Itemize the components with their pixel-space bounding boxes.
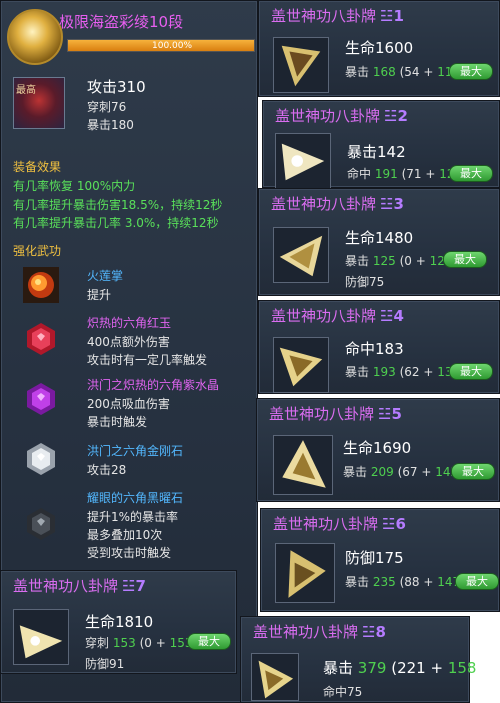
card-title: 盖世神功八卦牌 bbox=[271, 7, 377, 25]
bagua-card-icon bbox=[251, 653, 299, 701]
card-grade: ☳4 bbox=[380, 307, 404, 325]
card-sub-stat: 暴击 193 (62 + 131) bbox=[345, 365, 465, 379]
item-title: 极限海盗彩绫10段 bbox=[59, 13, 184, 31]
card-grade: ☳7 bbox=[122, 577, 146, 595]
bagua-card-icon bbox=[273, 435, 333, 495]
card-sub-stat: 暴击 125 (0 + 125) bbox=[345, 254, 457, 268]
bagua-card-4: 盖世神功八卦牌☳4 命中183 暴击 193 (62 + 131) 最大 bbox=[258, 300, 500, 394]
gem-desc: 提升1%的暴击率 bbox=[87, 510, 179, 524]
obsidian-hexagon-gem-icon bbox=[27, 508, 55, 540]
gem-name: 洪门之炽热的六角紫水晶 bbox=[87, 378, 220, 392]
gem-name: 火莲掌 bbox=[87, 269, 124, 283]
card-grade: ☳8 bbox=[362, 623, 386, 641]
card-sub-stat: 暴击 209 (67 + 142) bbox=[343, 465, 463, 479]
skills-header: 强化武功 bbox=[13, 244, 62, 258]
card-sub-stat: 穿刺 153 (0 + 153) bbox=[85, 636, 197, 650]
bagua-card-8: 盖世神功八卦牌 ☳8 暴击 379 (221 + 158) 命中75 bbox=[240, 616, 482, 703]
card-title: 盖世神功八卦牌 bbox=[275, 107, 381, 125]
card-extra-stat: 命中75 bbox=[323, 685, 363, 699]
bagua-card-3: 盖世神功八卦牌☳3 生命1480 暴击 125 (0 + 125) 最大 防御7… bbox=[258, 188, 500, 296]
purple-hexagon-gem-icon bbox=[27, 383, 55, 415]
max-badge: 最大 bbox=[455, 573, 499, 590]
gem-name: 耀眼的六角黑曜石 bbox=[87, 491, 184, 505]
card-main-stat: 暴击 379 (221 + 158) bbox=[323, 659, 483, 677]
gem-name: 炽热的六角红玉 bbox=[87, 316, 172, 330]
bagua-card-icon bbox=[273, 337, 329, 393]
rarity-label: 最高 bbox=[16, 85, 36, 96]
gem-desc: 200点吸血伤害 bbox=[87, 397, 170, 411]
enhance-progress-bar: 100.00% bbox=[67, 39, 255, 52]
gem-desc: 受到攻击时触发 bbox=[87, 546, 172, 560]
gem-desc: 提升 bbox=[87, 288, 112, 302]
gem-desc: 攻击时有一定几率触发 bbox=[87, 353, 208, 367]
crit-stat: 暴击180 bbox=[87, 118, 134, 132]
card-main-stat: 生命1690 bbox=[343, 439, 412, 457]
gem-desc: 400点额外伤害 bbox=[87, 335, 170, 349]
card-extra-stat: 防御91 bbox=[85, 657, 125, 671]
gem-desc: 暴击时触发 bbox=[87, 415, 148, 429]
bagua-card-7: 盖世神功八卦牌☳7 生命1810 穿刺 153 (0 + 153) 最大 防御9… bbox=[0, 570, 237, 674]
card-main-stat: 命中183 bbox=[345, 340, 404, 358]
bagua-card-icon bbox=[273, 37, 329, 93]
gem-name: 洪门之六角金刚石 bbox=[87, 444, 184, 458]
bagua-card-icon bbox=[275, 543, 335, 603]
card-main-stat: 暴击142 bbox=[347, 143, 406, 161]
progress-text: 100.00% bbox=[152, 41, 193, 51]
bagua-card-icon bbox=[275, 133, 331, 189]
red-hexagon-gem-icon bbox=[27, 323, 55, 355]
gem-desc: 攻击28 bbox=[87, 463, 127, 477]
card-main-stat: 生命1810 bbox=[85, 613, 154, 631]
card-grade: ☳5 bbox=[378, 405, 402, 423]
bagua-card-6: 盖世神功八卦牌☳6 防御175 暴击 235 (88 + 147) 最大 bbox=[260, 508, 500, 612]
bagua-card-5: 盖世神功八卦牌☳5 生命1690 暴击 209 (67 + 142) 最大 bbox=[256, 398, 500, 502]
max-badge: 最大 bbox=[451, 463, 495, 480]
bagua-card-icon bbox=[273, 227, 329, 283]
max-badge: 最大 bbox=[449, 63, 493, 80]
diamond-hexagon-gem-icon bbox=[27, 443, 55, 475]
card-title: 盖世神功八卦牌 bbox=[253, 623, 359, 641]
card-grade: ☳1 bbox=[380, 7, 404, 25]
card-title: 盖世神功八卦牌 bbox=[271, 195, 377, 213]
max-badge: 最大 bbox=[443, 251, 487, 268]
max-badge: 最大 bbox=[449, 165, 493, 182]
effect-line: 有几率提升暴击伤害18.5%，持续12秒 bbox=[13, 198, 223, 212]
card-sub-stat: 暴击 235 (88 + 147) bbox=[345, 575, 465, 589]
effect-line: 有几率提升暴击几率 3.0%，持续12秒 bbox=[13, 216, 219, 230]
bagua-card-1: 盖世神功八卦牌☳1 生命1600 暴击 168 (54 + 114) 最大 bbox=[258, 0, 500, 97]
card-grade: ☳6 bbox=[382, 515, 406, 533]
attack-stat: 攻击310 bbox=[87, 78, 146, 96]
bagua-card-icon bbox=[13, 609, 69, 665]
effects-header: 装备效果 bbox=[13, 160, 62, 174]
card-grade: ☳2 bbox=[384, 107, 408, 125]
max-badge: 最大 bbox=[449, 363, 493, 380]
max-badge: 最大 bbox=[187, 633, 231, 650]
card-title: 盖世神功八卦牌 bbox=[271, 307, 377, 325]
card-title: 盖世神功八卦牌 bbox=[273, 515, 379, 533]
card-main-stat: 生命1600 bbox=[345, 39, 414, 57]
gem-desc: 最多叠加10次 bbox=[87, 528, 163, 542]
pierce-stat: 穿刺76 bbox=[87, 100, 127, 114]
effect-line: 有几率恢复 100%内力 bbox=[13, 179, 136, 193]
card-title: 盖世神功八卦牌 bbox=[13, 577, 119, 595]
fire-palm-icon bbox=[23, 267, 59, 303]
card-sub-stat: 暴击 168 (54 + 114) bbox=[345, 65, 465, 79]
card-main-stat: 防御175 bbox=[345, 549, 404, 567]
card-title: 盖世神功八卦牌 bbox=[269, 405, 375, 423]
card-main-stat: 生命1480 bbox=[345, 229, 414, 247]
card-extra-stat: 防御75 bbox=[345, 275, 385, 289]
item-grade-emblem-icon bbox=[7, 9, 63, 65]
bagua-card-2: 盖世神功八卦牌☳2 暴击142 命中 191 (71 + 120) 最大 bbox=[262, 100, 500, 189]
card-grade: ☳3 bbox=[380, 195, 404, 213]
